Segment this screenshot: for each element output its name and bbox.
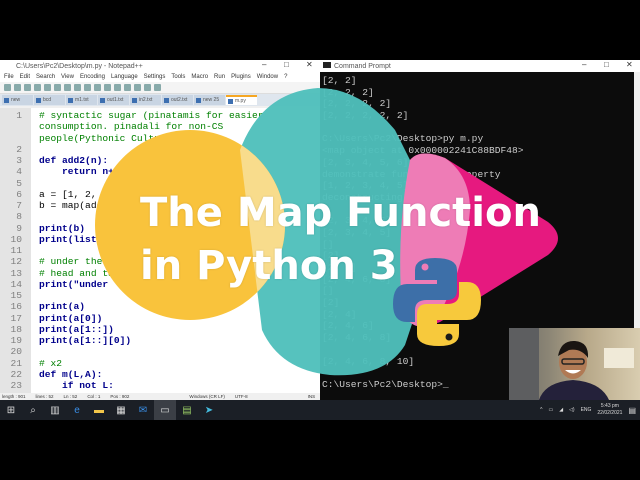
thumbnail-graphic [95,88,558,376]
thumbnail-title-line1: The Map Function [140,190,541,236]
thumbnail-title-line2: in Python 3 [140,243,398,289]
